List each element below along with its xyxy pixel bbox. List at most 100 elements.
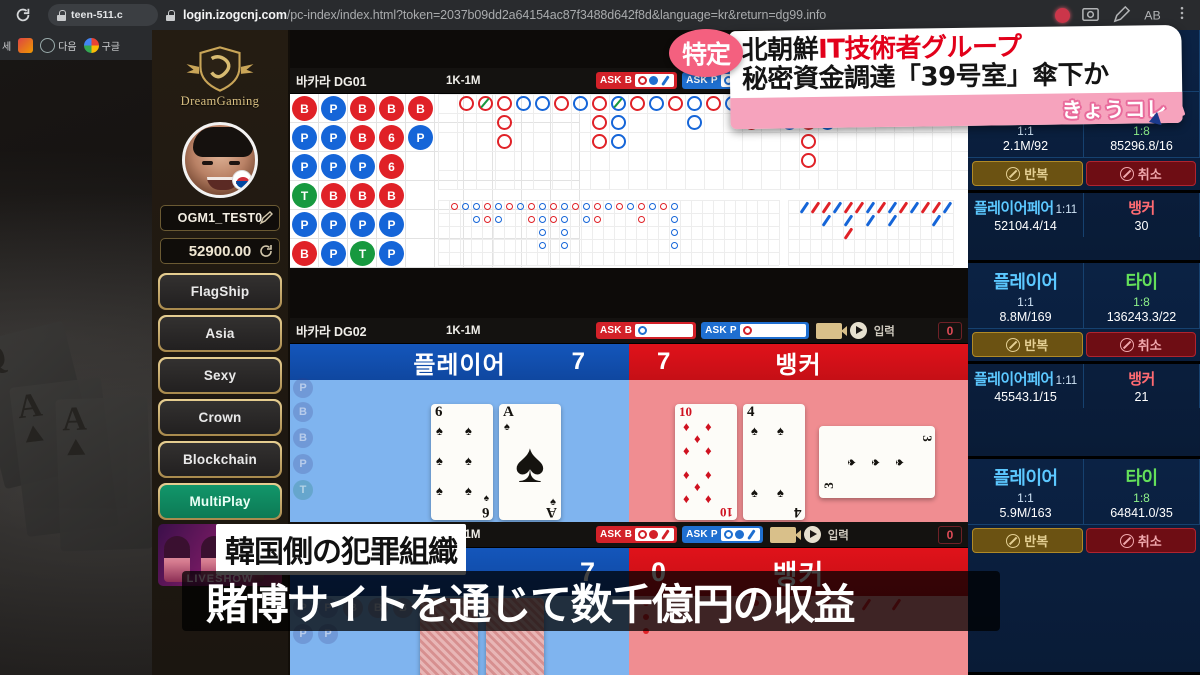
record-dot-icon[interactable] <box>1055 7 1070 23</box>
repeat-bet-button[interactable]: 반복 <box>972 161 1083 186</box>
cancel-bet-button[interactable]: 취소 <box>1085 332 1196 357</box>
banker-pair-amount: 30 <box>1134 219 1149 233</box>
banker-pair-cell[interactable]: 뱅커 30 <box>1084 193 1200 237</box>
username-label: OGM1_TEST0 <box>177 211 263 225</box>
sidebar-item-crown[interactable]: Crown <box>158 399 282 436</box>
action-row: 반복 취소 <box>968 158 1200 190</box>
road-gridline <box>438 252 779 253</box>
daum-icon <box>40 37 56 53</box>
sidebar-item-blockchain[interactable]: Blockchain <box>158 441 282 478</box>
bead-dot: P <box>408 125 433 150</box>
video-camera-icon[interactable] <box>815 322 847 339</box>
tie-bet-amount: 136243.3/22 <box>1106 310 1177 324</box>
road-gridline <box>514 94 515 189</box>
video-camera-icon[interactable] <box>769 526 801 543</box>
bookmark-item-3[interactable]: 구글 <box>83 37 121 53</box>
ask-player-button[interactable]: ASK P <box>701 322 809 339</box>
bookmark-item-1[interactable] <box>18 37 34 53</box>
bookmark-item-2[interactable]: 다음 <box>40 37 77 53</box>
player-pair-cell[interactable]: 플레이어페어 1:11 45543.1/15 <box>968 364 1084 408</box>
big-road-mark <box>516 96 531 111</box>
player-pair-cell[interactable]: 플레이어페어 1:11 52104.4/14 <box>968 193 1084 237</box>
road-gridline <box>647 200 648 265</box>
repeat-bet-button[interactable]: 반복 <box>972 528 1083 553</box>
refresh-icon[interactable] <box>259 244 273 258</box>
small-road-mark <box>473 216 480 223</box>
ask-banker-button[interactable]: ASK B <box>596 526 678 543</box>
balance-field: 52900.00 <box>160 238 280 264</box>
player-bet-amount: 5.9M/163 <box>999 506 1052 520</box>
zero-bet-button[interactable]: 0 <box>938 321 962 340</box>
stat-cell-player[interactable]: 플레이어 1:1 5.9M/163 <box>968 459 1084 525</box>
sidebar-item-asia[interactable]: Asia <box>158 315 282 352</box>
sidebar-item-flagship[interactable]: FlagShip <box>158 273 282 310</box>
zero-bet-button[interactable]: 0 <box>938 525 962 544</box>
banker-card-3: 3 3 ♠ ♠ ♠ <box>819 426 935 498</box>
bookmark-item-0[interactable]: 세 <box>2 38 11 53</box>
bookmarks-bar: 세 다음 구글 <box>0 30 152 60</box>
pencil-edit-icon[interactable] <box>259 211 273 225</box>
repeat-label: 반복 <box>1024 534 1049 549</box>
play-icon[interactable] <box>803 526 821 543</box>
pen-icon[interactable] <box>1112 5 1132 25</box>
menu-icon[interactable] <box>1174 5 1194 25</box>
news-badge: 特定 <box>669 29 743 77</box>
road-gridline <box>788 265 953 266</box>
chip-blue-filled <box>734 530 744 539</box>
card-rank: 4 <box>747 404 755 420</box>
username-field[interactable]: OGM1_TEST0 <box>160 205 280 231</box>
table-name: 바카라 DG01 <box>296 75 367 89</box>
chip-red-outline <box>638 76 648 85</box>
stat-cell-player[interactable]: 플레이어 1:1 8.8M/169 <box>968 263 1084 329</box>
road-gridline <box>666 94 667 189</box>
road-gridline <box>609 94 610 189</box>
repeat-bet-button[interactable]: 반복 <box>972 332 1083 357</box>
bead-cell-empty <box>464 210 493 239</box>
road-gridline <box>702 200 703 265</box>
player-card-2: A A ♠ ♠ ♠ <box>499 404 561 520</box>
ghost-marker: P <box>293 378 313 398</box>
ask-banker-chips <box>635 324 694 337</box>
browser-tab[interactable]: teen-511.c <box>48 4 158 26</box>
ask-banker-button[interactable]: ASK B <box>596 72 678 89</box>
avatar[interactable] <box>182 122 258 198</box>
small-road-mark <box>638 216 645 223</box>
small-road-mark <box>671 229 678 236</box>
ask-banker-button[interactable]: ASK B <box>596 322 697 339</box>
cockroach-mark <box>854 201 865 214</box>
cancel-bet-button[interactable]: 취소 <box>1085 528 1196 553</box>
stat-cell-tie[interactable]: 타이 1:8 64841.0/35 <box>1084 459 1200 525</box>
sidebar-item-multiplay[interactable]: MultiPlay <box>158 483 282 520</box>
reload-icon[interactable] <box>12 4 34 26</box>
bead-dot: B <box>350 125 375 150</box>
cancel-icon <box>1119 337 1134 352</box>
road-gridline <box>438 265 779 266</box>
chip-red-filled <box>649 530 659 539</box>
ab-translate-icon[interactable]: AB <box>1143 5 1163 25</box>
road-gridline <box>628 94 629 189</box>
cockroach-mark <box>843 227 854 240</box>
ask-player-button[interactable]: ASK P <box>682 526 763 543</box>
address-bar[interactable]: login.izogcnj.com/pc-index/index.html?to… <box>166 3 986 27</box>
small-road-mark <box>561 229 568 236</box>
big-road-mark <box>459 96 474 111</box>
stat-cell-tie[interactable]: 타이 1:8 136243.3/22 <box>1084 263 1200 329</box>
play-icon[interactable] <box>849 322 867 339</box>
bookmark-label: 구글 <box>101 41 121 53</box>
bead-cell <box>406 152 435 181</box>
bead-cell-empty <box>551 152 580 181</box>
bead-cell <box>406 210 435 239</box>
bead-dot: T <box>350 241 375 266</box>
screenshot-icon[interactable] <box>1081 5 1101 25</box>
ghost-marker: P <box>293 454 313 474</box>
card-rank: 6 <box>435 404 443 420</box>
road-gridline <box>590 94 591 189</box>
avatar-hair <box>193 127 253 157</box>
table-header: 바카라 DG02 1K-1M ASK B ASK P 입력 0 <box>290 318 968 344</box>
cockroach-mark <box>887 214 898 227</box>
road-gridline <box>603 200 604 265</box>
sidebar-item-sexy[interactable]: Sexy <box>158 357 282 394</box>
cancel-bet-button[interactable]: 취소 <box>1085 161 1196 186</box>
banker-pair-cell[interactable]: 뱅커 21 <box>1084 364 1200 408</box>
tie-bet-label: 타이 <box>1125 468 1158 488</box>
